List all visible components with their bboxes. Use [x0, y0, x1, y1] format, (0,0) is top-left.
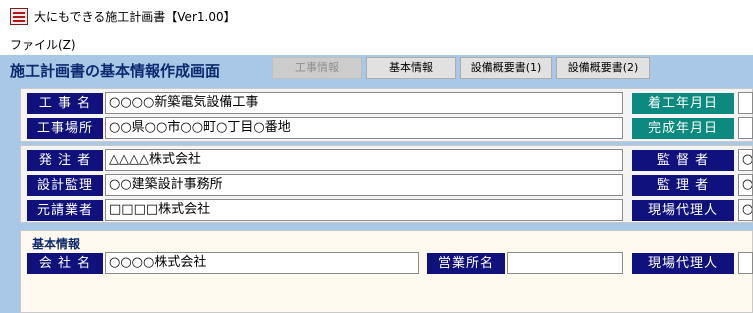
supervisor-label: 監 督 者	[632, 150, 734, 171]
office-name-label: 営業所名	[427, 253, 505, 274]
site-agent-field[interactable]: ○	[738, 199, 753, 221]
menu-bar	[0, 33, 753, 55]
project-site-label: 工事場所	[27, 118, 103, 139]
manager-label: 監 理 者	[632, 175, 734, 196]
client-field[interactable]: △△△△株式会社	[105, 149, 623, 171]
project-name-label: 工 事 名	[27, 93, 103, 114]
supervisor-field[interactable]: ○	[738, 149, 753, 171]
menu-file[interactable]: ファイル(Z)	[10, 36, 76, 53]
manager-field[interactable]: ○	[738, 174, 753, 196]
company-name-label: 会 社 名	[27, 253, 103, 274]
design-supervision-field[interactable]: ○○建築設計事務所	[105, 174, 623, 196]
completion-date-label: 完成年月日	[632, 118, 734, 139]
app-icon	[10, 8, 28, 25]
start-date-field[interactable]	[738, 92, 753, 114]
tab-equipment-summary-2[interactable]: 設備概要書(2)	[556, 57, 650, 79]
tab-equipment-summary-1[interactable]: 設備概要書(1)	[460, 57, 552, 79]
company-name-field[interactable]: ○○○○株式会社	[105, 252, 419, 274]
tab-project-info[interactable]: 工事情報	[272, 57, 362, 79]
basic-info-section-title: 基本情報	[32, 237, 81, 251]
basic-site-agent-label: 現場代理人	[632, 253, 734, 274]
prime-contractor-label: 元請業者	[27, 200, 103, 221]
tab-basic-info[interactable]: 基本情報	[366, 57, 456, 79]
start-date-label: 着工年月日	[632, 93, 734, 114]
page-title: 施工計画書の基本情報作成画面	[10, 62, 221, 80]
client-label: 発 注 者	[27, 150, 103, 171]
office-name-field[interactable]	[507, 252, 623, 274]
prime-contractor-field[interactable]: □□□□株式会社	[105, 199, 623, 221]
completion-date-field[interactable]	[738, 117, 753, 139]
project-name-field[interactable]: ○○○○新築電気設備工事	[105, 92, 623, 114]
window-title: 大にもできる施工計画書【Ver1.00】	[34, 10, 236, 24]
design-supervision-label: 設計監理	[27, 175, 103, 196]
site-agent-label: 現場代理人	[632, 200, 734, 221]
basic-site-agent-field[interactable]	[738, 252, 753, 274]
project-site-field[interactable]: ○○県○○市○○町○丁目○番地	[105, 117, 623, 139]
